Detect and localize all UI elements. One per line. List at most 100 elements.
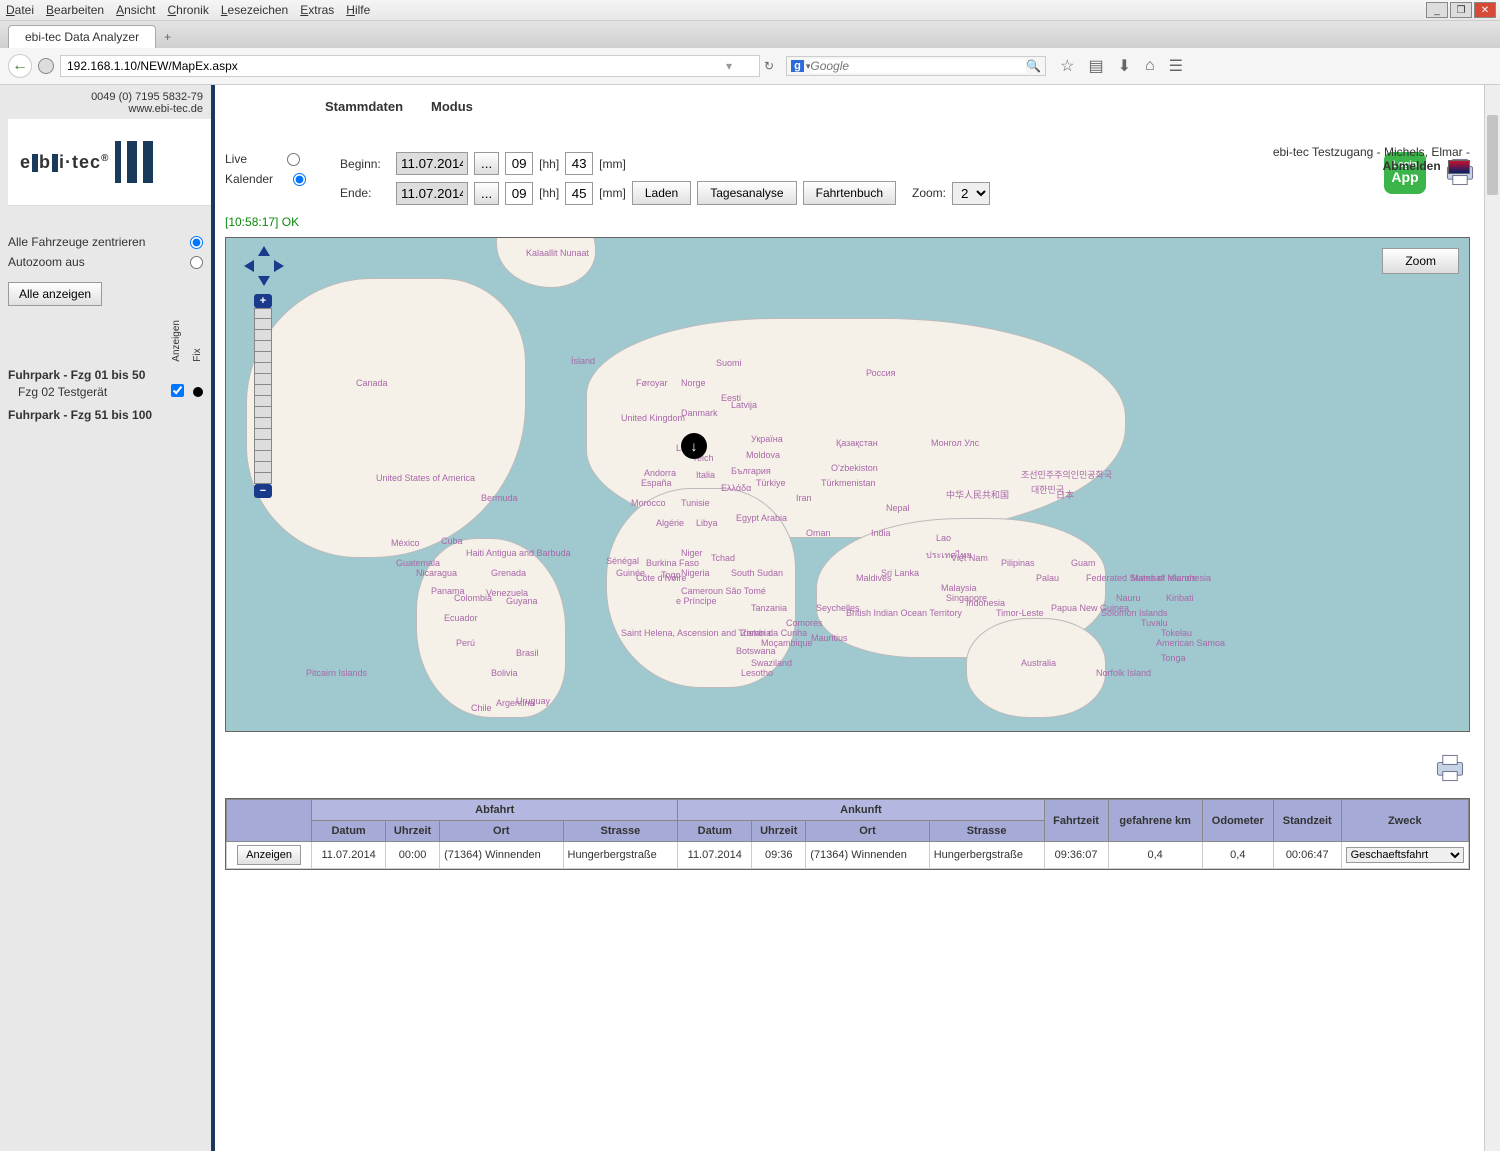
zoom-select[interactable]: 2 — [952, 182, 990, 205]
menu-ansicht[interactable]: Ansicht — [116, 3, 155, 17]
map-label: Guatemala — [396, 558, 440, 568]
fleet-group-2[interactable]: Fuhrpark - Fzg 51 bis 100 — [8, 408, 203, 422]
ende-label: Ende: — [340, 186, 390, 200]
search-icon[interactable]: 🔍 — [1026, 59, 1041, 73]
scroll-thumb[interactable] — [1487, 115, 1498, 195]
autozoom-radio[interactable] — [190, 256, 203, 269]
menu-datei[interactable]: Datei — [6, 3, 34, 17]
back-button[interactable]: ← — [8, 54, 32, 78]
download-icon[interactable]: ⬇ — [1118, 56, 1131, 76]
nav-modus[interactable]: Modus — [431, 99, 473, 114]
close-button[interactable]: ✕ — [1474, 2, 1496, 18]
map-label: Saint Helena, Ascension and Tristan da C… — [621, 628, 807, 638]
map-label: Ecuador — [444, 613, 478, 623]
ende-date-input[interactable] — [396, 182, 468, 205]
menu-lesezeichen[interactable]: Lesezeichen — [221, 3, 288, 17]
refresh-button[interactable]: ↻ — [758, 57, 780, 75]
tagesanalyse-button[interactable]: Tagesanalyse — [697, 181, 796, 205]
map-label: Botswana — [736, 646, 776, 656]
fleet-group-1[interactable]: Fuhrpark - Fzg 01 bis 50 — [8, 368, 203, 382]
kalender-radio[interactable] — [293, 173, 306, 186]
map-label: Nigeria — [681, 568, 710, 578]
menu-bearbeiten[interactable]: Bearbeiten — [46, 3, 104, 17]
col-fix: Fix — [192, 320, 203, 362]
map-label: Lesotho — [741, 668, 773, 678]
search-input[interactable] — [810, 59, 1026, 73]
map-zoom-button[interactable]: Zoom — [1382, 248, 1459, 274]
pan-up[interactable] — [258, 246, 270, 256]
map-label: Burkina Faso — [646, 558, 699, 568]
vertical-scrollbar[interactable] — [1484, 85, 1500, 1151]
map-label: Palau — [1036, 573, 1059, 583]
pan-down[interactable] — [258, 276, 270, 286]
zweck-select[interactable]: Geschaeftsfahrt — [1346, 847, 1464, 863]
sidebar: 0049 (0) 7195 5832-79 www.ebi-tec.de ebi… — [0, 85, 215, 1151]
new-tab-button[interactable]: + — [156, 26, 179, 48]
map-label: Tanzania — [751, 603, 787, 613]
logout-link[interactable]: Abmelden — [1383, 159, 1441, 173]
menu-extras[interactable]: Extras — [300, 3, 334, 17]
anzeigen-button[interactable]: Anzeigen — [237, 845, 301, 865]
th-a-ort: Ort — [440, 821, 563, 842]
map-label: O'zbekiston — [831, 463, 878, 473]
map-label: Pitcairn Islands — [306, 668, 367, 678]
menu-hilfe[interactable]: Hilfe — [346, 3, 370, 17]
beginn-hh-input[interactable] — [505, 152, 533, 175]
map-label: Россия — [866, 368, 896, 378]
ende-hh-input[interactable] — [505, 182, 533, 205]
live-radio[interactable] — [287, 153, 300, 166]
map-label: Indonesia — [966, 598, 1005, 608]
fahrtenbuch-button[interactable]: Fahrtenbuch — [803, 181, 896, 205]
star-icon[interactable]: ☆ — [1060, 56, 1074, 76]
map-label: Italia — [696, 470, 715, 480]
list-icon[interactable]: ▤ — [1088, 56, 1103, 76]
map-label: Mauritius — [811, 633, 848, 643]
center-vehicles-radio[interactable] — [190, 236, 203, 249]
map-label: India — [871, 528, 891, 538]
menu-icon[interactable]: ☰ — [1169, 56, 1183, 76]
vehicle-row[interactable]: Fzg 02 Testgerät — [8, 382, 203, 402]
cell-a-datum: 11.07.2014 — [312, 842, 386, 869]
nav-stammdaten[interactable]: Stammdaten — [325, 99, 403, 114]
maximize-button[interactable]: ❐ — [1450, 2, 1472, 18]
map-label: Solomon Islands — [1101, 608, 1168, 618]
uk-flag-icon[interactable] — [1448, 160, 1470, 174]
zoom-track[interactable] — [254, 308, 272, 484]
ende-mm-input[interactable] — [565, 182, 593, 205]
map-label: España — [641, 478, 672, 488]
content-area: Stammdaten Modus ebi-tec Testzugang - Mi… — [215, 85, 1500, 1151]
th-km: gefahrene km — [1108, 800, 1202, 842]
home-icon[interactable]: ⌂ — [1145, 57, 1155, 75]
map-label: Ελλάδα — [721, 483, 751, 493]
url-input[interactable] — [60, 55, 760, 77]
vehicle-show-checkbox[interactable] — [171, 384, 184, 397]
th-ankunft: Ankunft — [678, 800, 1044, 821]
map-label: Algérie — [656, 518, 684, 528]
zoom-out[interactable]: − — [254, 484, 272, 498]
map-label: Egypt Arabia — [736, 513, 787, 523]
ende-date-picker[interactable]: ... — [474, 182, 499, 205]
search-box[interactable]: g ▾ 🔍 — [786, 56, 1046, 76]
browser-tab[interactable]: ebi-tec Data Analyzer — [8, 25, 156, 48]
beginn-date-picker[interactable]: ... — [474, 152, 499, 175]
map-label: Comores — [786, 618, 823, 628]
dropdown-icon[interactable]: ▾ — [726, 59, 732, 73]
cell-k-datum: 11.07.2014 — [678, 842, 752, 869]
map-label: Oman — [806, 528, 831, 538]
show-all-button[interactable]: Alle anzeigen — [8, 282, 102, 306]
print-icon-bottom[interactable] — [1430, 748, 1470, 788]
pan-right[interactable] — [274, 260, 284, 272]
beginn-mm-input[interactable] — [565, 152, 593, 175]
minimize-button[interactable]: _ — [1426, 2, 1448, 18]
pan-left[interactable] — [244, 260, 254, 272]
th-zweck: Zweck — [1341, 800, 1468, 842]
menu-chronik[interactable]: Chronik — [167, 3, 208, 17]
map-marker[interactable]: ↓ — [681, 433, 707, 459]
map[interactable]: CanadaUnited States of AmericaMéxicoCuba… — [225, 237, 1470, 732]
globe-icon — [38, 58, 54, 74]
vehicle-fix-dot[interactable] — [193, 387, 203, 397]
beginn-date-input[interactable] — [396, 152, 468, 175]
zoom-in[interactable]: + — [254, 294, 272, 308]
laden-button[interactable]: Laden — [632, 181, 691, 205]
col-anzeigen: Anzeigen — [171, 320, 182, 362]
